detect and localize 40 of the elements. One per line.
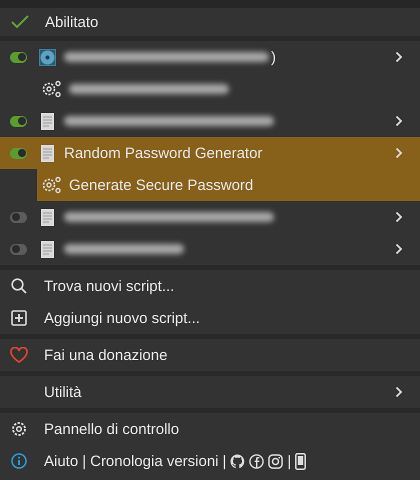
add-box-icon — [11, 310, 27, 326]
chevron-right-icon — [395, 386, 403, 398]
gears-icon — [42, 176, 62, 194]
link[interactable]: Cronologia versioni — [90, 452, 219, 470]
chevron-right-icon — [395, 243, 403, 255]
toggle-switch[interactable] — [10, 116, 27, 126]
document-icon — [40, 144, 54, 162]
menu-item[interactable]: Pannello di controllo — [44, 420, 180, 438]
heart-icon — [10, 347, 28, 363]
separator: | — [82, 452, 86, 470]
toggle-switch[interactable] — [10, 244, 27, 254]
menu-item[interactable]: Utilità — [44, 384, 82, 400]
phone-icon[interactable] — [295, 452, 306, 470]
chevron-right-icon — [395, 115, 403, 127]
separator: | — [222, 452, 226, 470]
instagram-icon[interactable] — [268, 454, 284, 468]
chevron-right-icon — [395, 51, 403, 63]
github-icon[interactable] — [230, 454, 246, 468]
document-icon — [40, 240, 54, 258]
menu-item[interactable]: Abilitato — [45, 14, 98, 30]
menu-item[interactable]: Aggiungi nuovo script... — [44, 310, 200, 326]
menu-item[interactable]: Fai una donazione — [44, 346, 168, 364]
text-fragment: ) — [271, 48, 276, 66]
settings-icon — [11, 421, 27, 437]
toggle-switch[interactable] — [10, 212, 27, 222]
search-icon — [11, 278, 27, 294]
info-icon — [11, 453, 27, 469]
separator: | — [287, 452, 292, 470]
gears-icon — [42, 80, 62, 98]
toggle-switch[interactable] — [10, 148, 27, 158]
toggle-switch[interactable] — [10, 52, 27, 62]
link[interactable]: Aiuto — [44, 452, 78, 470]
disc-icon — [38, 48, 56, 66]
menu-item[interactable]: Trova nuovi script... — [44, 278, 174, 294]
chevron-right-icon — [395, 147, 403, 159]
facebook-icon[interactable] — [249, 454, 264, 468]
command-item[interactable]: Generate Secure Password — [37, 169, 420, 201]
document-icon — [40, 112, 54, 130]
document-icon — [40, 208, 54, 226]
chevron-right-icon — [395, 211, 403, 223]
